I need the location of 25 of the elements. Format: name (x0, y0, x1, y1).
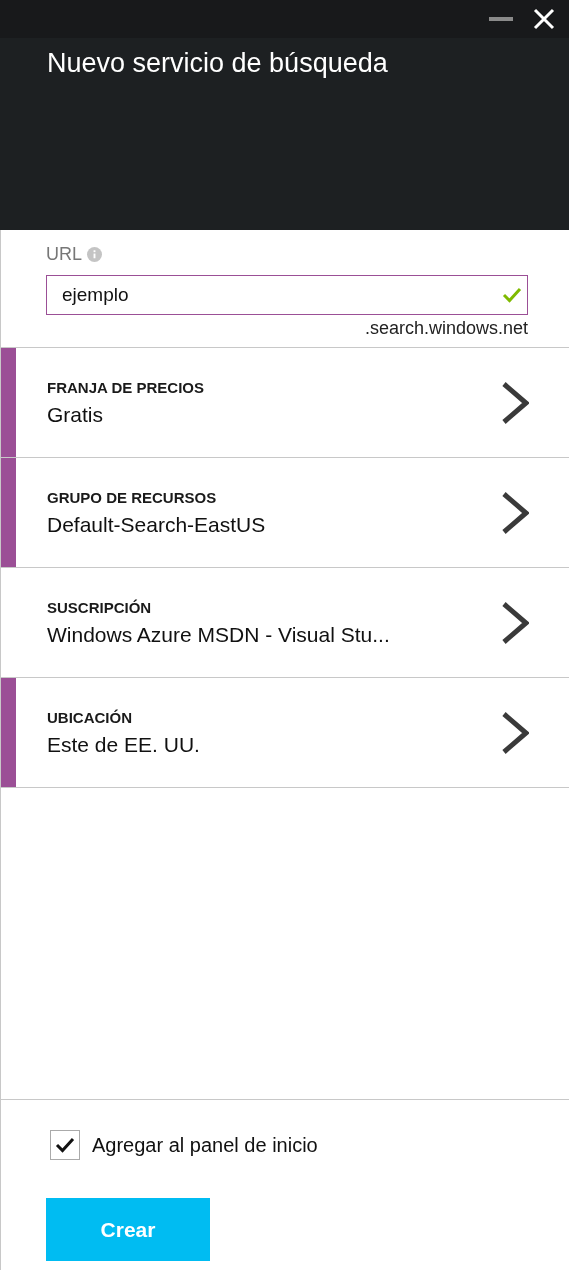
setting-row[interactable]: SUSCRIPCIÓN Windows Azure MSDN - Visual Stu... (1, 568, 569, 678)
setting-label: SUSCRIPCIÓN (47, 598, 153, 616)
setting-label: GRUPO DE RECURSOS (47, 488, 218, 506)
setting-value: Este de EE. UU. (47, 732, 201, 757)
pin-checkbox[interactable] (50, 1130, 80, 1160)
close-icon[interactable] (533, 8, 555, 30)
setting-value: Windows Azure MSDN - Visual Stu... (47, 622, 391, 647)
url-input-field[interactable]: ejemplo (46, 275, 528, 315)
setting-row[interactable]: FRANJA DE PRECIOS Gratis (1, 348, 569, 458)
checkmark-icon (55, 1137, 75, 1153)
url-label: URL (46, 243, 82, 265)
chevron-right-icon (501, 380, 529, 425)
setting-row[interactable]: GRUPO DE RECURSOS Default-Search-EastUS (1, 458, 569, 568)
setting-value: Gratis (47, 402, 104, 427)
url-suffix: .search.windows.net (363, 318, 528, 339)
setting-value: Default-Search-EastUS (47, 512, 267, 537)
chevron-right-icon (501, 600, 529, 645)
setting-label: UBICACIÓN (47, 708, 133, 726)
setting-label: FRANJA DE PRECIOS (47, 378, 205, 396)
setting-row[interactable]: UBICACIÓN Este de EE. UU. (1, 678, 569, 788)
pin-checkbox-label: Agregar al panel de inicio (92, 1133, 318, 1157)
chevron-right-icon (501, 490, 529, 535)
blade-title: Nuevo servicio de búsqueda (46, 47, 389, 79)
chevron-right-icon (501, 710, 529, 755)
minimize-icon[interactable] (489, 16, 513, 22)
